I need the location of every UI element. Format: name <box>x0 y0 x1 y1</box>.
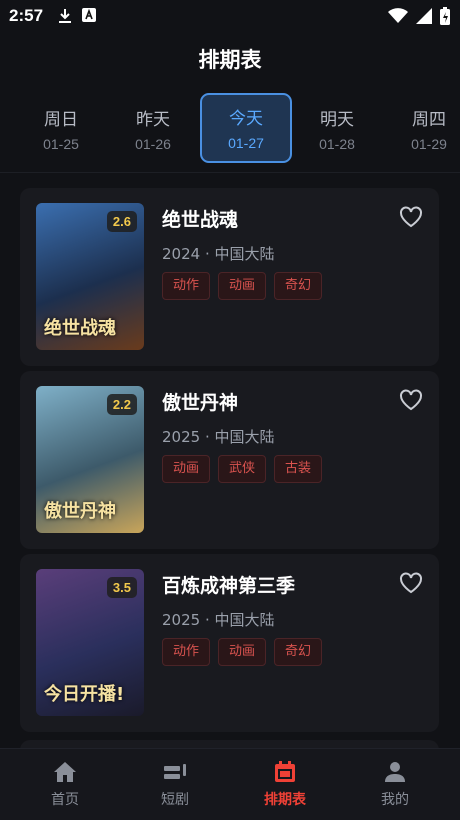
date-tab-yesterday[interactable]: 昨天 01-26 <box>109 94 197 160</box>
show-card[interactable]: 傲世丹神 2.2 傲世丹神 2025 · 中国大陆 动画 武侠 古装 <box>20 371 439 549</box>
poster-caption: 绝世战魂 <box>44 318 116 339</box>
genre-tag[interactable]: 奇幻 <box>274 638 322 666</box>
poster-caption: 傲世丹神 <box>44 501 116 522</box>
genre-tag[interactable]: 动画 <box>162 455 210 483</box>
genre-tag[interactable]: 古装 <box>274 455 322 483</box>
person-icon <box>385 762 405 782</box>
poster-image[interactable]: 绝世战魂 2.6 <box>36 203 144 350</box>
rating-badge: 3.5 <box>106 577 137 598</box>
genre-tag[interactable]: 动作 <box>162 272 210 300</box>
genre-tag[interactable]: 动作 <box>162 638 210 666</box>
battery-icon <box>440 7 450 25</box>
show-title[interactable]: 百炼成神第三季 <box>162 571 295 598</box>
rating-badge: 2.2 <box>106 394 137 415</box>
date-tab-sunday[interactable]: 周日 01-25 <box>17 94 105 160</box>
wifi-icon <box>388 8 408 23</box>
bottom-nav: 首页 短剧 排期表 我的 <box>0 748 460 820</box>
genre-tag[interactable]: 武侠 <box>218 455 266 483</box>
short-drama-icon <box>164 764 186 779</box>
tab-divider <box>0 172 460 173</box>
tag-list: 动画 武侠 古装 <box>162 455 322 483</box>
show-card[interactable]: 今日开播! 3.5 百炼成神第三季 2025 · 中国大陆 动作 动画 奇幻 <box>20 554 439 732</box>
genre-tag[interactable]: 动画 <box>218 638 266 666</box>
show-meta: 2024 · 中国大陆 <box>162 245 275 263</box>
nav-schedule[interactable]: 排期表 <box>245 759 325 809</box>
signal-icon <box>416 8 432 24</box>
status-bar: 2:57 <box>0 0 460 32</box>
app-a-icon <box>82 8 96 22</box>
download-icon <box>59 9 71 23</box>
genre-tag[interactable]: 奇幻 <box>274 272 322 300</box>
poster-image[interactable]: 今日开播! 3.5 <box>36 569 144 716</box>
nav-home[interactable]: 首页 <box>25 759 105 809</box>
favorite-heart-icon[interactable] <box>399 389 423 411</box>
date-tab-thursday[interactable]: 周四 01-29 <box>385 94 460 160</box>
date-tab-today[interactable]: 今天 01-27 <box>200 93 292 163</box>
show-meta: 2025 · 中国大陆 <box>162 611 275 629</box>
status-time: 2:57 <box>9 6 44 25</box>
home-icon <box>54 762 76 782</box>
page-title: 排期表 <box>198 48 262 72</box>
nav-short-drama[interactable]: 短剧 <box>135 759 215 809</box>
favorite-heart-icon[interactable] <box>399 572 423 594</box>
genre-tag[interactable]: 动画 <box>218 272 266 300</box>
calendar-icon <box>275 761 295 782</box>
poster-image[interactable]: 傲世丹神 2.2 <box>36 386 144 533</box>
show-title[interactable]: 绝世战魂 <box>162 205 238 232</box>
tag-list: 动作 动画 奇幻 <box>162 272 322 300</box>
favorite-heart-icon[interactable] <box>399 206 423 228</box>
rating-badge: 2.6 <box>106 211 137 232</box>
date-tab-tomorrow[interactable]: 明天 01-28 <box>293 94 381 160</box>
show-card[interactable]: 绝世战魂 2.6 绝世战魂 2024 · 中国大陆 动作 动画 奇幻 <box>20 188 439 366</box>
tag-list: 动作 动画 奇幻 <box>162 638 322 666</box>
date-tab-strip: 周日 01-25 昨天 01-26 今天 01-27 明天 01-28 周四 0… <box>0 90 460 168</box>
show-title[interactable]: 傲世丹神 <box>162 388 238 415</box>
show-meta: 2025 · 中国大陆 <box>162 428 275 446</box>
poster-caption: 今日开播! <box>44 684 125 705</box>
nav-profile[interactable]: 我的 <box>355 759 435 809</box>
